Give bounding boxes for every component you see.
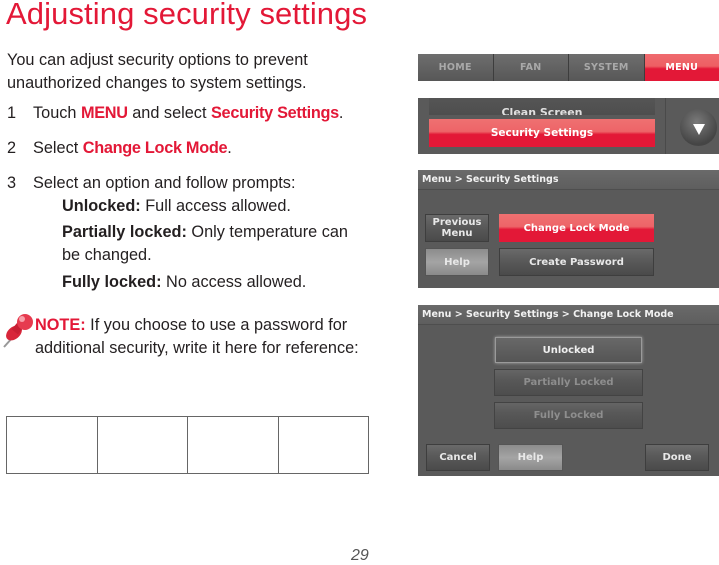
- password-box[interactable]: [279, 417, 369, 473]
- option-label: Fully locked:: [62, 273, 162, 291]
- down-arrow-icon: [692, 123, 705, 135]
- option-fully-locked-button[interactable]: Fully Locked: [494, 402, 643, 429]
- step-number: 3: [7, 174, 17, 192]
- menu-item-clean-screen[interactable]: Clean Screen: [429, 98, 655, 115]
- option-partially-locked-button[interactable]: Partially Locked: [494, 369, 643, 396]
- tab-system[interactable]: SYSTEM: [569, 54, 645, 81]
- divider: [665, 98, 666, 154]
- option-partially-locked: Partially locked: Only temperature can b…: [62, 221, 357, 267]
- option-desc: No access allowed.: [161, 273, 307, 291]
- step-text: .: [338, 104, 344, 122]
- step-text: Touch: [33, 104, 81, 122]
- step-3: 3 Select an option and follow prompts:: [7, 172, 295, 195]
- password-box[interactable]: [98, 417, 188, 473]
- page-title: Adjusting security settings: [6, 0, 368, 31]
- previous-menu-button[interactable]: Previous Menu: [425, 214, 489, 242]
- note-label: NOTE:: [35, 316, 86, 334]
- scroll-down-button[interactable]: [680, 109, 717, 146]
- step-text: Select an option and follow prompts:: [33, 174, 296, 192]
- step-2: 2 Select Change Lock Mode.: [7, 137, 232, 160]
- step-1: 1 Touch MENU and select Security Settings…: [7, 102, 343, 125]
- password-box[interactable]: [188, 417, 279, 473]
- done-button[interactable]: Done: [645, 444, 709, 471]
- password-box[interactable]: [7, 417, 98, 473]
- step-text: and select: [127, 104, 211, 122]
- password-boxes: [6, 416, 369, 474]
- note: NOTE: If you choose to use a password fo…: [35, 314, 380, 360]
- change-lock-mode-button[interactable]: Change Lock Mode: [499, 214, 654, 242]
- option-unlocked-button[interactable]: Unlocked: [495, 337, 642, 363]
- breadcrumb: Menu > Security Settings: [418, 170, 719, 190]
- menu-list-screen: Clean Screen Security Settings: [418, 98, 719, 154]
- create-password-button[interactable]: Create Password: [499, 248, 654, 276]
- option-label: Unlocked:: [62, 197, 141, 215]
- cancel-button[interactable]: Cancel: [426, 444, 490, 471]
- option-fully-locked: Fully locked: No access allowed.: [62, 271, 362, 294]
- help-button[interactable]: Help: [498, 444, 563, 471]
- menu-item-security-settings[interactable]: Security Settings: [429, 119, 655, 147]
- step-number: 1: [7, 104, 17, 122]
- step-text: .: [227, 139, 232, 157]
- tab-menu[interactable]: MENU: [644, 54, 719, 81]
- help-button[interactable]: Help: [425, 248, 489, 276]
- option-unlocked: Unlocked: Full access allowed.: [62, 195, 362, 218]
- pushpin-icon: [3, 314, 33, 348]
- step-text: Select: [33, 139, 83, 157]
- change-lock-mode-screen: Menu > Security Settings > Change Lock M…: [418, 305, 719, 476]
- highlight-menu: MENU: [80, 104, 128, 122]
- step-number: 2: [7, 139, 17, 157]
- breadcrumb: Menu > Security Settings > Change Lock M…: [418, 305, 719, 325]
- intro-text: You can adjust security options to preve…: [7, 51, 308, 92]
- page-number: 29: [351, 547, 369, 564]
- tab-fan[interactable]: FAN: [493, 54, 569, 81]
- security-settings-screen: Menu > Security Settings Previous Menu C…: [418, 170, 719, 288]
- nav-bar: HOME FAN SYSTEM MENU: [418, 54, 719, 81]
- option-label: Partially locked:: [62, 223, 187, 241]
- highlight-change-lock-mode: Change Lock Mode: [82, 139, 228, 157]
- tab-home[interactable]: HOME: [418, 54, 494, 81]
- option-desc: Full access allowed.: [140, 197, 291, 215]
- menu-item-label: Clean Screen: [501, 106, 583, 115]
- highlight-security-settings: Security Settings: [211, 104, 339, 122]
